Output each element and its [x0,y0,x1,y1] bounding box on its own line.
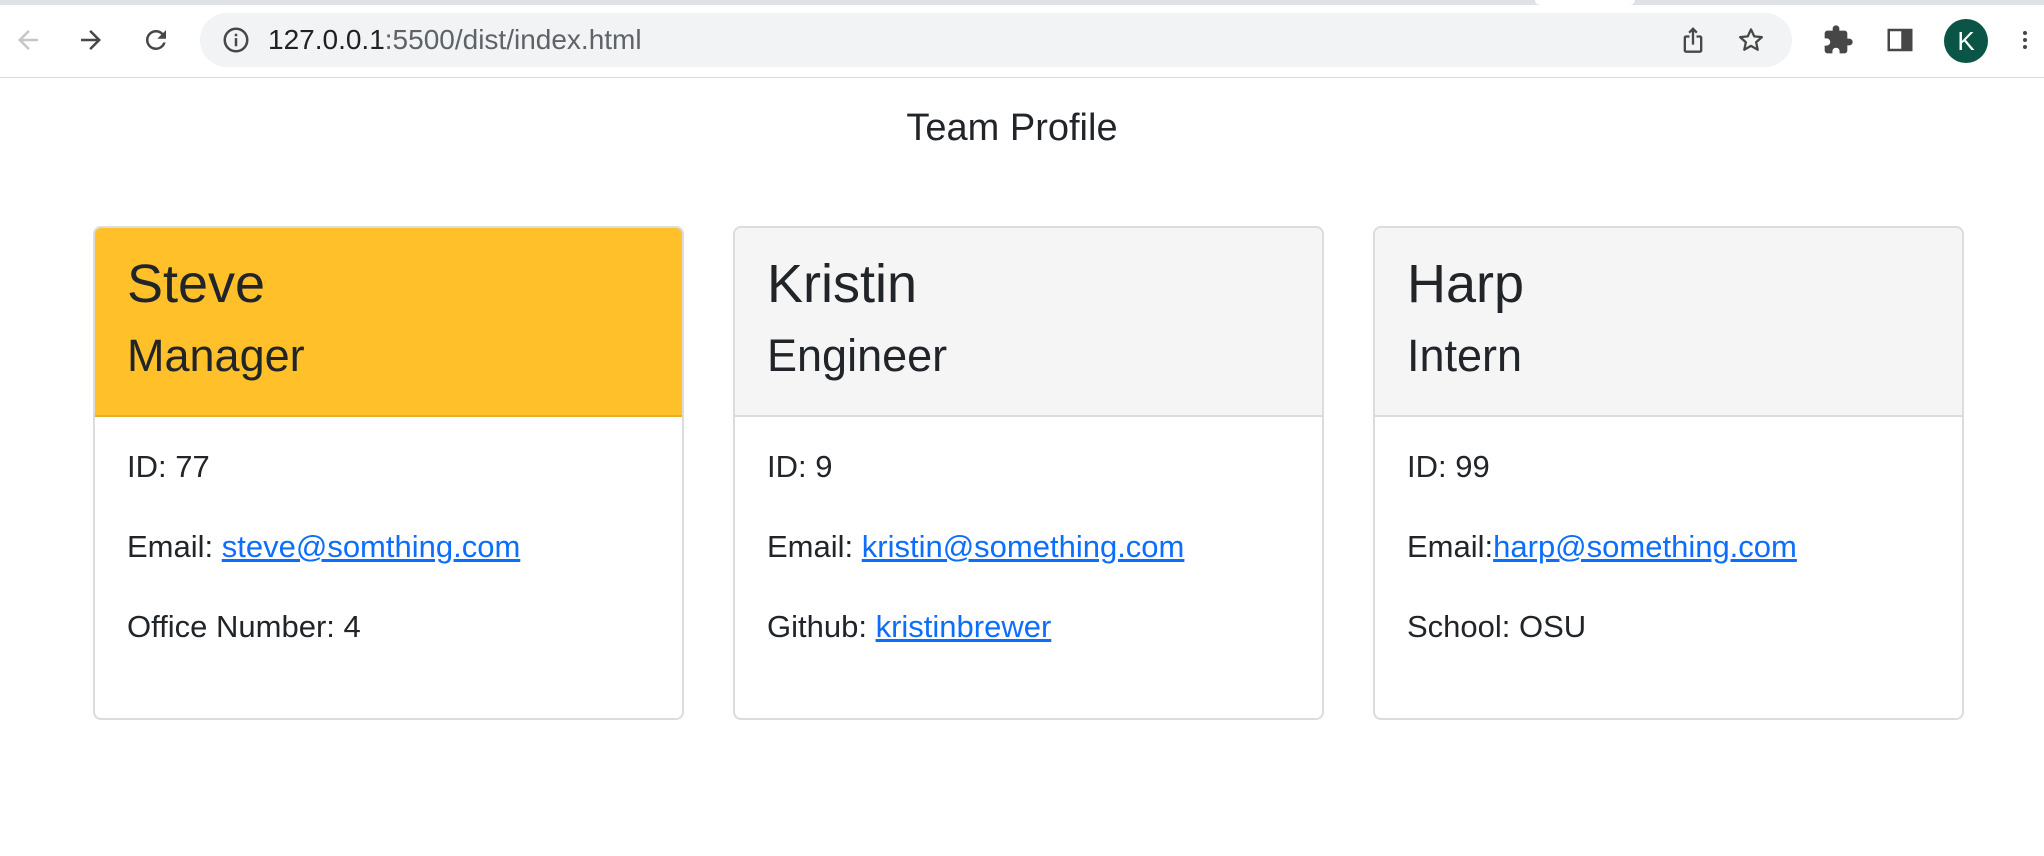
employee-id: ID: 99 [1407,449,1490,484]
back-button[interactable] [6,18,50,62]
github-link[interactable]: kristinbrewer [876,609,1052,644]
page-title: Team Profile [906,107,1118,149]
info-icon[interactable] [220,24,252,56]
email-label: Email: [1407,529,1494,564]
browser-toolbar: 127.0.0.1:5500/dist/index.html K [0,5,2044,78]
email-link[interactable]: kristin@something.com [862,529,1185,564]
menu-icon[interactable] [2010,20,2040,60]
email-link[interactable]: harp@something.com [1493,529,1797,564]
forward-icon [81,30,101,50]
card-header: Harp Intern [1375,228,1962,417]
github-label: Github: [767,609,876,644]
employee-name: Steve [127,254,266,314]
star-icon[interactable] [1734,23,1768,57]
employee-email-line: Email: kristin@something.com [767,527,1292,607]
employee-name: Kristin [767,254,918,314]
reload-button[interactable] [134,18,178,62]
employee-name: Harp [1407,254,1525,314]
employee-id: ID: 9 [767,449,833,484]
email-label: Email: [127,529,222,564]
employee-email-line: Email:harp@something.com [1407,527,1932,607]
url-text[interactable]: 127.0.0.1:5500/dist/index.html [268,25,642,55]
card-body: ID: 77 Email: steve@somthing.com Office … [95,417,682,687]
employee-role: Manager [127,330,305,381]
share-icon[interactable] [1676,23,1710,57]
github-line: Github: kristinbrewer [767,607,1292,687]
back-icon [18,30,38,50]
office-number: Office Number: 4 [127,609,361,644]
employee-email-line: Email: steve@somthing.com [127,527,652,607]
employee-role: Engineer [767,330,948,381]
employee-card-manager: Steve Manager ID: 77 Email: steve@somthi… [93,226,684,720]
card-body: ID: 99 Email:harp@something.com School: … [1375,417,1962,687]
school: School: OSU [1407,609,1587,644]
profile-avatar[interactable]: K [1944,19,1988,63]
side-panel-icon[interactable] [1880,20,1920,60]
email-label: Email: [767,529,862,564]
employee-role: Intern [1407,330,1523,381]
card-body: ID: 9 Email: kristin@something.com Githu… [735,417,1322,687]
card-header: Steve Manager [95,228,682,417]
address-bar[interactable]: 127.0.0.1:5500/dist/index.html [200,13,1792,67]
extensions-icon[interactable] [1818,20,1858,60]
card-header: Kristin Engineer [735,228,1322,417]
employee-card-intern: Harp Intern ID: 99 Email:harp@something.… [1373,226,1964,720]
employee-id: ID: 77 [127,449,210,484]
url-host: 127.0.0.1 [268,24,385,55]
employee-card-engineer: Kristin Engineer ID: 9 Email: kristin@so… [733,226,1324,720]
reload-icon [145,29,166,50]
forward-button[interactable] [69,18,113,62]
email-link[interactable]: steve@somthing.com [222,529,521,564]
url-path: :5500/dist/index.html [384,24,642,55]
